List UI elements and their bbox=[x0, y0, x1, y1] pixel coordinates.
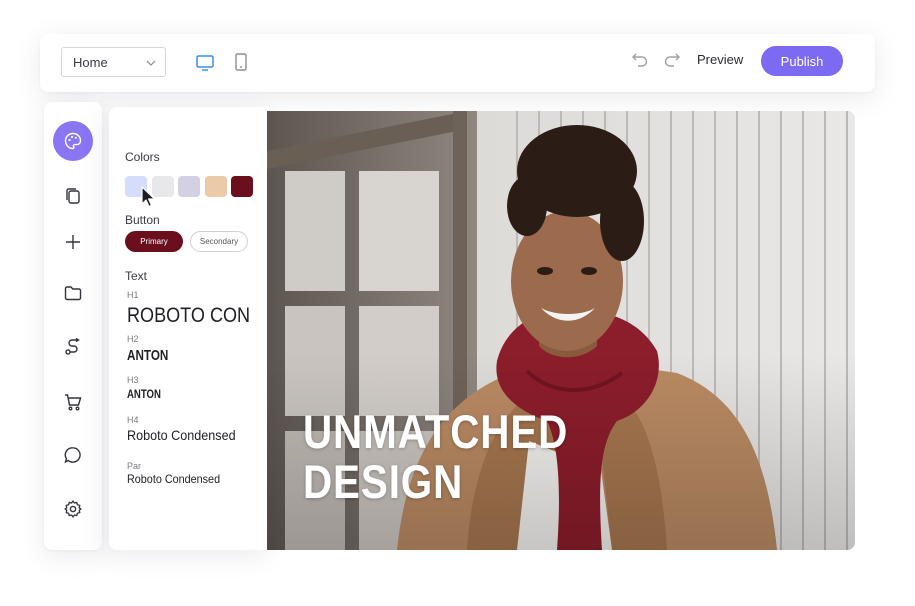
sidebar-item-chat[interactable] bbox=[53, 435, 93, 475]
page-select-dropdown[interactable]: Home bbox=[61, 47, 166, 77]
font-sample-h4[interactable]: Roboto Condensed bbox=[127, 427, 236, 443]
gear-icon bbox=[64, 500, 82, 518]
font-sample-h3[interactable]: ANTON bbox=[127, 387, 161, 401]
style-panel: Colors Button Primary Secondary Text H1 … bbox=[109, 107, 269, 550]
sidebar-item-store[interactable] bbox=[53, 382, 93, 422]
cart-icon bbox=[65, 394, 82, 411]
font-sample-paragraph[interactable]: Roboto Condensed bbox=[127, 472, 220, 486]
sidebar-item-integrations[interactable] bbox=[53, 327, 93, 367]
secondary-button-style[interactable]: Secondary bbox=[190, 231, 248, 252]
undo-icon[interactable] bbox=[631, 50, 649, 68]
hero-section[interactable]: UNMATCHED DESIGN bbox=[267, 111, 855, 550]
page-select-value: Home bbox=[73, 55, 108, 70]
chat-bubble-icon bbox=[64, 447, 81, 464]
top-toolbar: Home Preview Publish bbox=[40, 34, 875, 92]
colors-heading: Colors bbox=[125, 150, 160, 164]
hero-headline[interactable]: UNMATCHED DESIGN bbox=[303, 407, 568, 507]
redo-icon[interactable] bbox=[663, 50, 681, 68]
color-swatch[interactable] bbox=[205, 176, 227, 197]
monitor-icon[interactable] bbox=[194, 51, 216, 73]
publish-button[interactable]: Publish bbox=[761, 46, 843, 76]
plus-icon bbox=[66, 235, 80, 249]
font-tag-h3: H3 bbox=[127, 375, 139, 385]
hero-headline-line1: UNMATCHED bbox=[303, 405, 569, 458]
font-tag-h2: H2 bbox=[127, 334, 139, 344]
font-tag-par: Par bbox=[127, 461, 142, 471]
chevron-down-icon bbox=[146, 60, 156, 66]
font-sample-h1[interactable]: ROBOTO CON bbox=[127, 304, 250, 328]
font-tag-h4: H4 bbox=[127, 415, 139, 425]
font-sample-h2[interactable]: ANTON bbox=[127, 347, 168, 364]
copy-icon bbox=[66, 188, 80, 204]
sidebar-item-files[interactable] bbox=[53, 273, 93, 313]
color-swatch[interactable] bbox=[231, 176, 253, 197]
mouse-cursor-icon bbox=[141, 186, 156, 208]
route-icon bbox=[65, 337, 80, 355]
primary-button-style[interactable]: Primary bbox=[125, 231, 183, 252]
button-heading: Button bbox=[125, 213, 160, 227]
folder-icon bbox=[64, 286, 82, 301]
palette-icon bbox=[64, 132, 82, 150]
sidebar-item-pages[interactable] bbox=[53, 176, 93, 216]
left-sidebar bbox=[44, 102, 102, 550]
preview-button[interactable]: Preview bbox=[697, 52, 743, 67]
color-swatch[interactable] bbox=[178, 176, 200, 197]
sidebar-item-add[interactable] bbox=[53, 222, 93, 262]
font-tag-h1: H1 bbox=[127, 290, 139, 300]
sidebar-item-styles[interactable] bbox=[53, 121, 93, 161]
smartphone-icon[interactable] bbox=[230, 51, 252, 73]
hero-headline-line2: DESIGN bbox=[303, 455, 464, 508]
text-heading: Text bbox=[125, 269, 148, 283]
sidebar-item-settings[interactable] bbox=[53, 489, 93, 529]
